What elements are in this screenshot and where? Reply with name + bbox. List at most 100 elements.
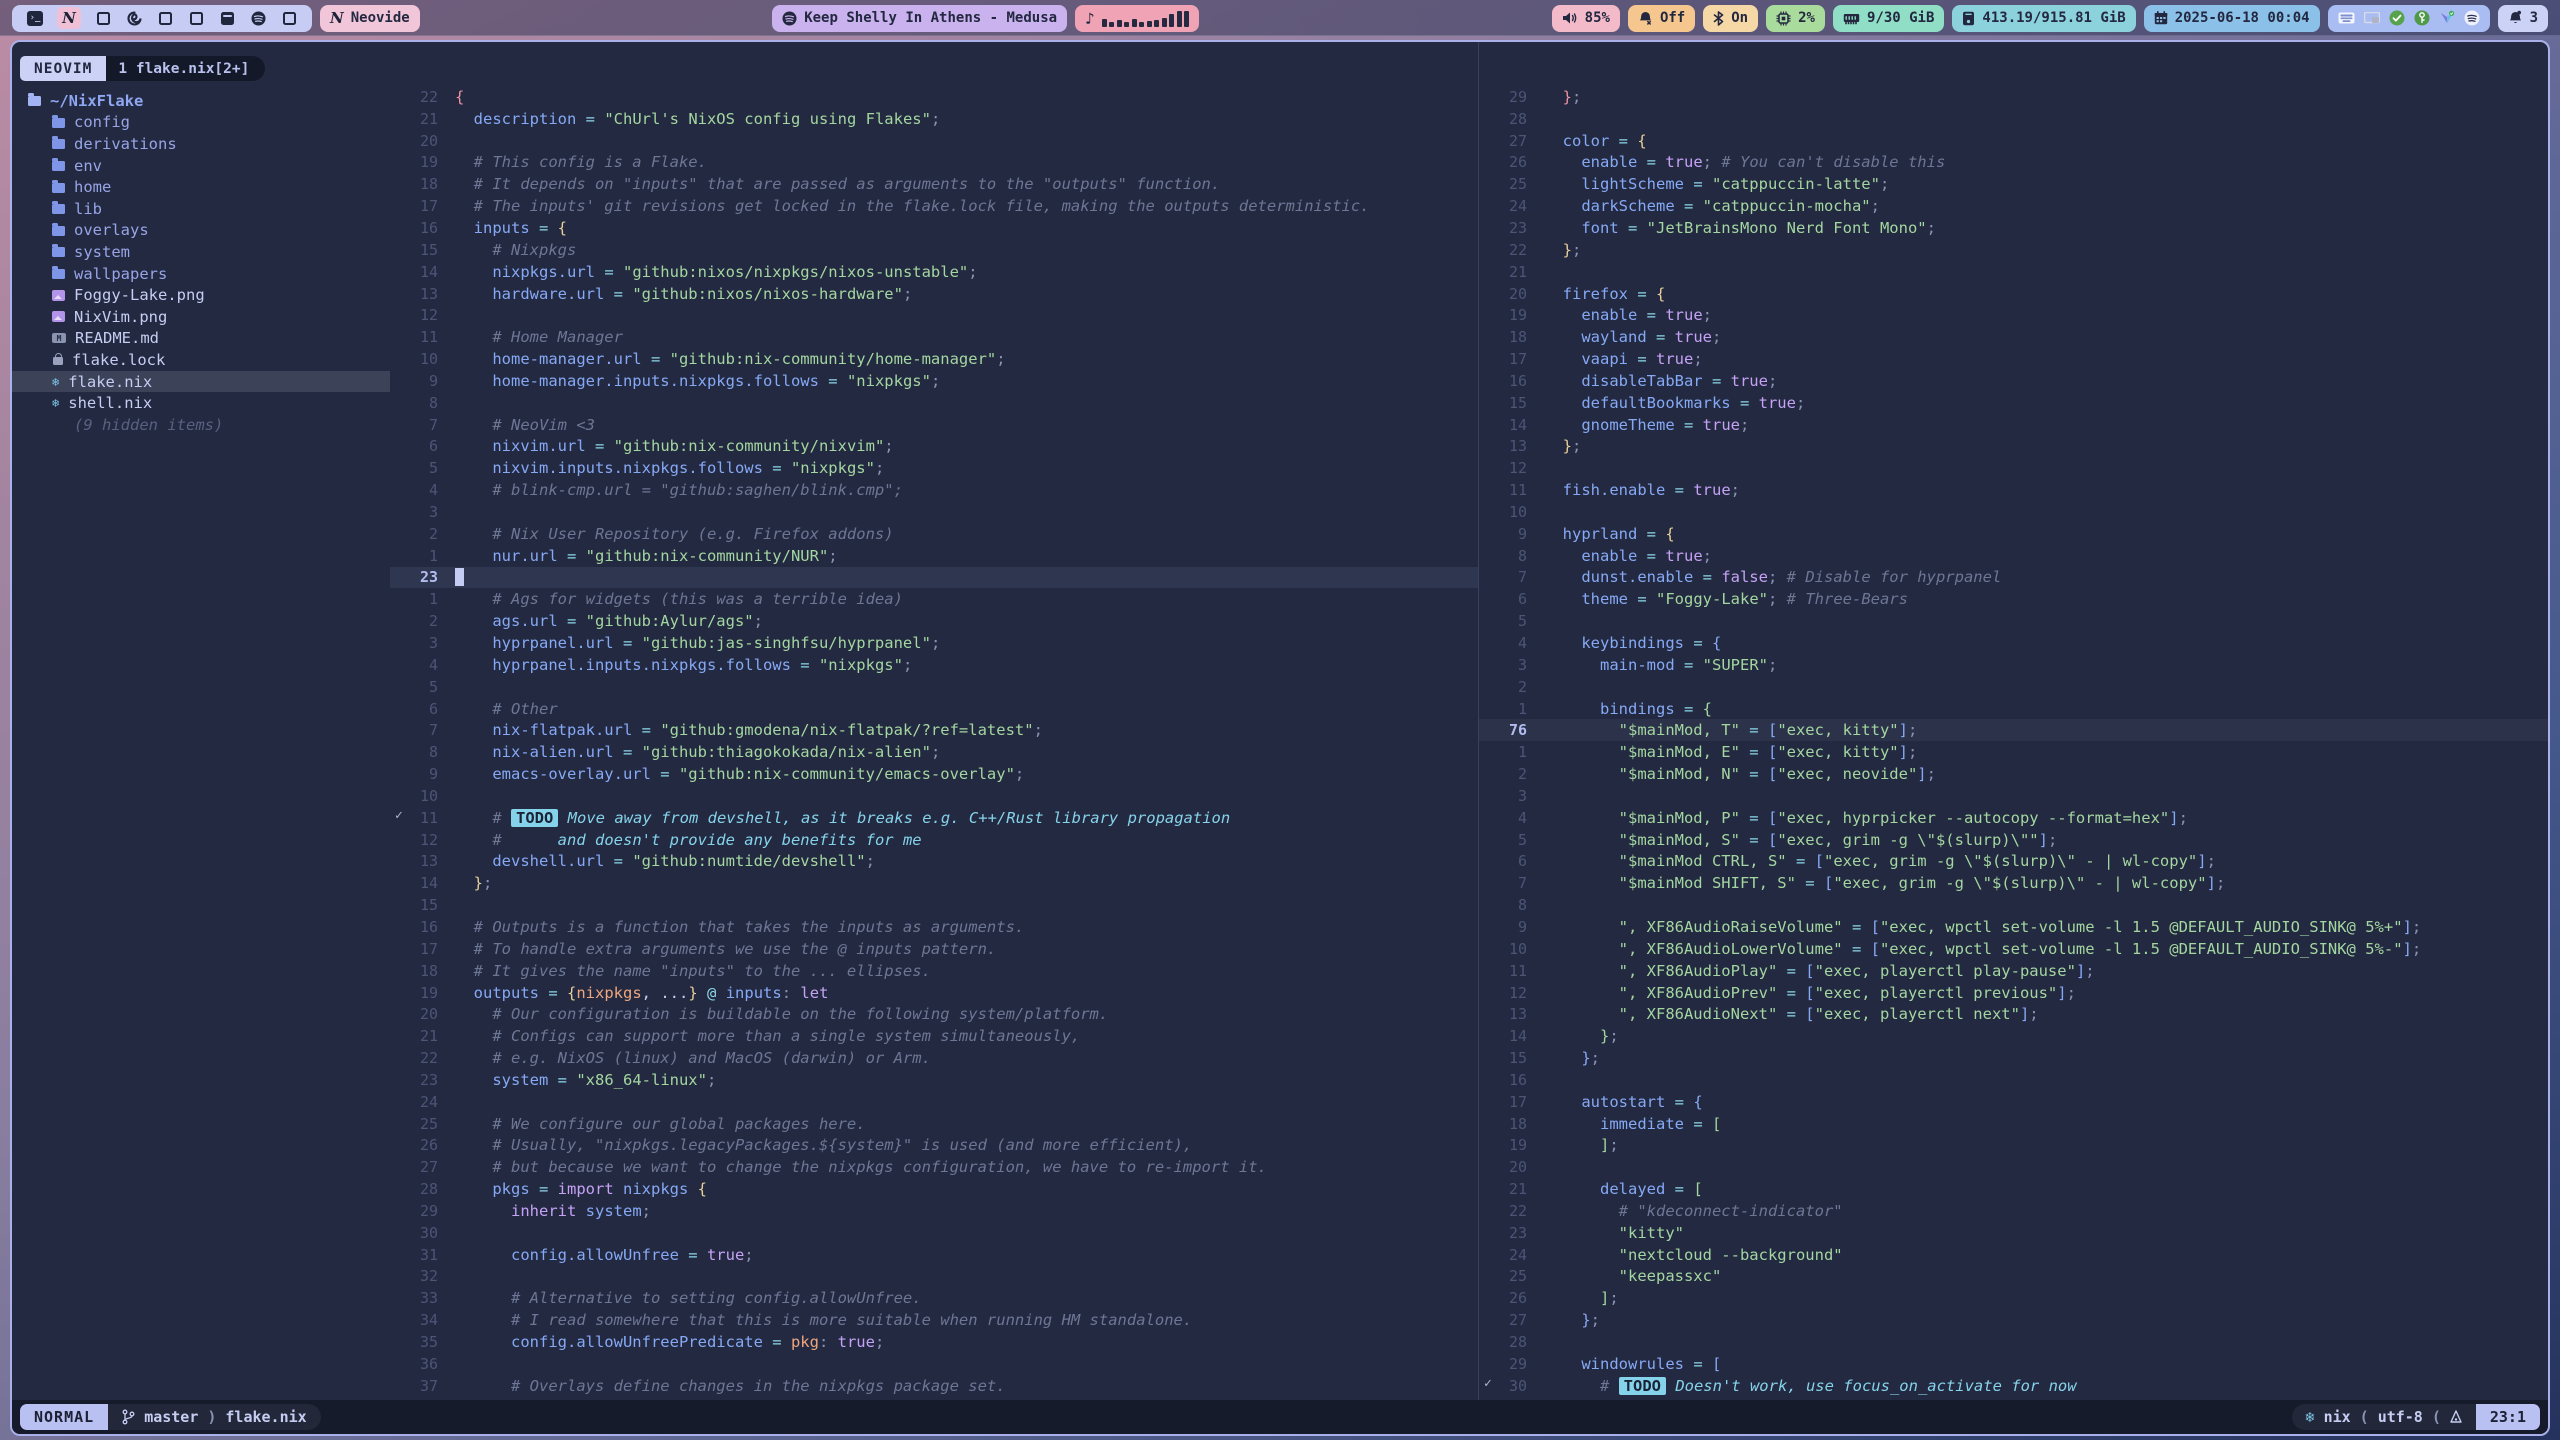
editor-pane-left[interactable]: 22{21 description = "ChUrl's NixOS confi… [390,42,1479,1400]
code-line[interactable]: 18 wayland = true; [1479,326,2548,348]
code-line[interactable]: 26 # Usually, "nixpkgs.legacyPackages.${… [390,1135,1478,1157]
code-line[interactable]: 1 # Ags for widgets (this was a terrible… [390,588,1478,610]
code-line[interactable]: 16 inputs = { [390,217,1478,239]
code-line[interactable]: 33 # Alternative to setting config.allow… [390,1287,1478,1309]
tree-item-overlays[interactable]: overlays [12,220,390,242]
code-line[interactable]: 4 "$mainMod, P" = ["exec, hyprpicker --a… [1479,807,2548,829]
tab-neovim[interactable]: NEOVIM [20,56,106,81]
code-line[interactable]: 4 # blink-cmp.url = "github:saghen/blink… [390,479,1478,501]
code-line[interactable]: 15 defaultBookmarks = true; [1479,392,2548,414]
code-line[interactable]: 32 [390,1266,1478,1288]
code-line[interactable]: 5 [390,676,1478,698]
code-line[interactable]: 13 }; [1479,436,2548,458]
code-line[interactable]: 17 autostart = { [1479,1091,2548,1113]
code-line[interactable]: 20 [390,130,1478,152]
code-line[interactable]: 23 "kitty" [1479,1222,2548,1244]
code-line[interactable]: 6 nixvim.url = "github:nix-community/nix… [390,436,1478,458]
code-line[interactable]: 28 pkgs = import nixpkgs { [390,1178,1478,1200]
code-line[interactable]: 22 # e.g. NixOS (linux) and MacOS (darwi… [390,1047,1478,1069]
code-line[interactable]: 29 windowrules = [ [1479,1353,2548,1375]
workspace-spotify[interactable] [249,9,267,27]
vpn-icon[interactable] [2439,10,2455,26]
code-line[interactable]: 14 }; [390,872,1478,894]
code-line[interactable]: 30 [390,1222,1478,1244]
code-line[interactable]: 15 }; [1479,1047,2548,1069]
code-line[interactable]: 6 # Other [390,698,1478,720]
tree-item-flake.lock[interactable]: flake.lock [12,349,390,371]
git-branch-label[interactable]: master [144,1408,198,1426]
code-line[interactable]: 9 emacs-overlay.url = "github:nix-commun… [390,763,1478,785]
code-line[interactable]: 25 "keepassxc" [1479,1266,2548,1288]
code-line[interactable]: 14 }; [1479,1025,2548,1047]
code-line[interactable]: 12 [1479,457,2548,479]
dnd-pill[interactable]: Off [1628,5,1695,32]
code-line[interactable]: 35 config.allowUnfreePredicate = pkg: tr… [390,1331,1478,1353]
tree-item-system[interactable]: system [12,241,390,263]
code-line[interactable]: 1 bindings = { [1479,698,2548,720]
volume-pill[interactable]: 85% [1552,5,1620,32]
code-line[interactable]: 12 [390,304,1478,326]
code-line[interactable]: 19 ]; [1479,1135,2548,1157]
code-line[interactable]: 6 "$mainMod CTRL, S" = ["exec, grim -g \… [1479,851,2548,873]
code-line[interactable]: 4 keybindings = { [1479,632,2548,654]
code-line[interactable]: 5 "$mainMod, S" = ["exec, grim -g \"$(sl… [1479,829,2548,851]
code-line[interactable]: 2 ags.url = "github:Aylur/ags"; [390,610,1478,632]
code-line[interactable]: ✓11 # TODO Move away from devshell, as i… [390,807,1478,829]
code-line[interactable]: 24 "nextcloud --background" [1479,1244,2548,1266]
code-line[interactable]: 28 [1479,108,2548,130]
code-line[interactable]: 17 vaapi = true; [1479,348,2548,370]
check-circle-icon[interactable] [2389,10,2405,26]
code-line[interactable]: 37 # Overlays define changes in the nixp… [390,1375,1478,1397]
code-line[interactable]: 9 ", XF86AudioRaiseVolume" = ["exec, wpc… [1479,916,2548,938]
code-line[interactable]: 34 # I read somewhere that this is more … [390,1309,1478,1331]
code-line[interactable]: 21 delayed = [ [1479,1178,2548,1200]
code-line[interactable]: 5 nixvim.inputs.nixpkgs.follows = "nixpk… [390,457,1478,479]
code-line[interactable]: 24 [390,1091,1478,1113]
code-line[interactable]: 19 # This config is a Flake. [390,152,1478,174]
media-pill[interactable]: Keep Shelly In Athens - Medusa [772,5,1067,32]
workspace-swirl[interactable] [125,9,143,27]
code-line[interactable]: 16 disableTabBar = true; [1479,370,2548,392]
workspace-empty-4[interactable] [280,9,298,27]
code-line[interactable]: 15 # Nixpkgs [390,239,1478,261]
code-line[interactable]: 21 [1479,261,2548,283]
workspace-terminal[interactable]: ›_ [26,9,44,27]
code-line[interactable]: 36 [390,1353,1478,1375]
code-line[interactable]: 19 outputs = {nixpkgs, ...} @ inputs: le… [390,982,1478,1004]
code-line[interactable]: 24 darkScheme = "catppuccin-mocha"; [1479,195,2548,217]
code-line-current[interactable]: 76 "$mainMod, T" = ["exec, kitty"]; [1479,719,2548,741]
code-line[interactable]: 25 lightScheme = "catppuccin-latte"; [1479,173,2548,195]
code-line[interactable]: 10 [1479,501,2548,523]
tree-item-derivations[interactable]: derivations [12,133,390,155]
tree-item-flake.nix[interactable]: ❄flake.nix [12,371,390,393]
tree-item-config[interactable]: config [12,112,390,134]
code-line[interactable]: 17 # The inputs' git revisions get locke… [390,195,1478,217]
ram-pill[interactable]: 9/30 GiB [1833,5,1944,32]
code-line[interactable]: 14 gnomeTheme = true; [1479,414,2548,436]
code-line[interactable]: 27 color = { [1479,130,2548,152]
workspace-empty-3[interactable] [187,9,205,27]
code-line[interactable]: 15 [390,894,1478,916]
code-line[interactable]: 29 }; [1479,86,2548,108]
tree-item-readme.md[interactable]: MREADME.md [12,328,390,350]
code-line[interactable]: 8 [390,392,1478,414]
code-line[interactable]: 14 nixpkgs.url = "github:nixos/nixpkgs/n… [390,261,1478,283]
tree-item-nixvim.png[interactable]: NixVim.png [12,306,390,328]
workspace-empty-1[interactable] [94,9,112,27]
tree-item-home[interactable]: home [12,176,390,198]
code-line[interactable]: 10 [390,785,1478,807]
code-line[interactable]: 1 nur.url = "github:nix-community/NUR"; [390,545,1478,567]
code-line[interactable]: 13 hardware.url = "github:nixos/nixos-ha… [390,283,1478,305]
code-line[interactable]: 20 [1479,1156,2548,1178]
code-line[interactable]: 13 devshell.url = "github:numtide/devshe… [390,851,1478,873]
code-line[interactable]: 11 # Home Manager [390,326,1478,348]
tab-buffer[interactable]: 1 flake.nix[2+] [106,56,265,81]
code-line[interactable]: 20 firefox = { [1479,283,2548,305]
code-line[interactable]: 12 # and doesn't provide any benefits fo… [390,829,1478,851]
tree-item-nixflake[interactable]: ~/NixFlake [12,90,390,112]
code-line[interactable]: 22 # "kdeconnect-indicator" [1479,1200,2548,1222]
code-line[interactable]: 22{ [390,86,1478,108]
code-line[interactable]: 10 home-manager.url = "github:nix-commun… [390,348,1478,370]
code-line[interactable]: 21 # Configs can support more than a sin… [390,1025,1478,1047]
workspace-neovide-active[interactable]: N [57,7,81,29]
